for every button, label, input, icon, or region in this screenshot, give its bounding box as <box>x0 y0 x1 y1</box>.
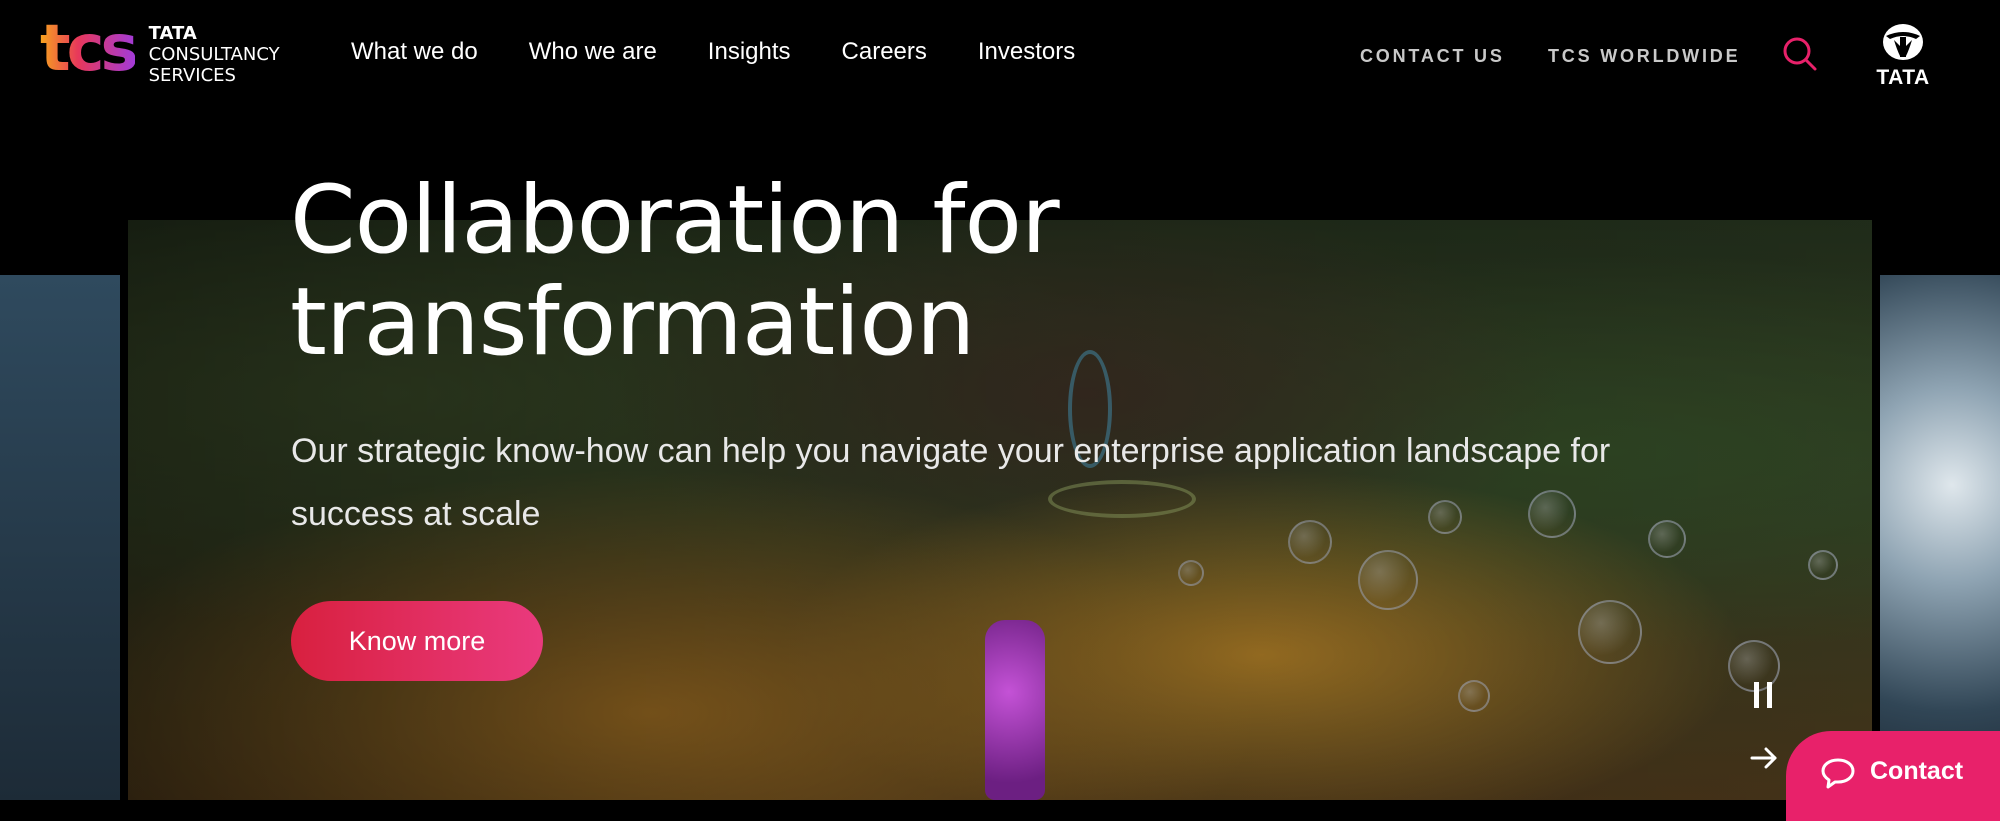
search-icon[interactable] <box>1782 36 1818 72</box>
bubble <box>1358 550 1418 610</box>
site-header: tcs TATA CONSULTANCY SERVICES What we do… <box>0 0 2000 110</box>
tata-emblem-icon <box>1883 24 1923 60</box>
arrow-right-icon[interactable] <box>1748 742 1780 774</box>
bubble <box>1458 680 1490 712</box>
chat-bubble-icon <box>1821 758 1855 789</box>
hero-headline: Collaboration for transformation <box>290 170 1190 374</box>
logo-line-2: CONSULTANCY <box>148 43 280 65</box>
tcs-logo-text: TATA CONSULTANCY SERVICES <box>149 23 280 86</box>
tcs-logo-mark: tcs <box>40 12 139 86</box>
hero-headline-line-1: Collaboration for <box>290 166 1060 275</box>
bubble <box>1178 560 1204 586</box>
tata-wordmark: TATA <box>1876 66 1930 89</box>
logo-line-3: SERVICES <box>148 64 236 86</box>
contact-us-link[interactable]: CONTACT US <box>1360 46 1505 67</box>
nav-what-we-do[interactable]: What we do <box>351 38 478 66</box>
logo-line-1: TATA <box>148 22 197 44</box>
know-more-button[interactable]: Know more <box>291 601 543 681</box>
hero-subtext: Our strategic know-how can help you navi… <box>291 432 1611 533</box>
contact-button[interactable]: Contact <box>1786 731 2000 821</box>
carousel-next-slide-peek <box>1880 275 2000 800</box>
contact-button-label: Contact <box>1870 757 1964 785</box>
tata-logo[interactable]: TATA <box>1866 22 1940 89</box>
bubble-bottle <box>985 620 1045 800</box>
hero-headline-line-2: transformation <box>290 268 975 377</box>
nav-who-we-are[interactable]: Who we are <box>529 38 657 66</box>
pause-icon[interactable] <box>1750 680 1776 710</box>
carousel-prev-slide-peek <box>0 275 120 800</box>
nav-careers[interactable]: Careers <box>842 38 927 66</box>
nav-investors[interactable]: Investors <box>978 38 1075 66</box>
bubble <box>1808 550 1838 580</box>
tcs-logo[interactable]: tcs TATA CONSULTANCY SERVICES <box>40 17 280 86</box>
main-nav: What we do Who we are Insights Careers I… <box>351 38 1126 66</box>
nav-insights[interactable]: Insights <box>708 38 791 66</box>
bubble <box>1578 600 1642 664</box>
tcs-worldwide-link[interactable]: TCS WORLDWIDE <box>1548 46 1740 67</box>
bubble <box>1648 520 1686 558</box>
